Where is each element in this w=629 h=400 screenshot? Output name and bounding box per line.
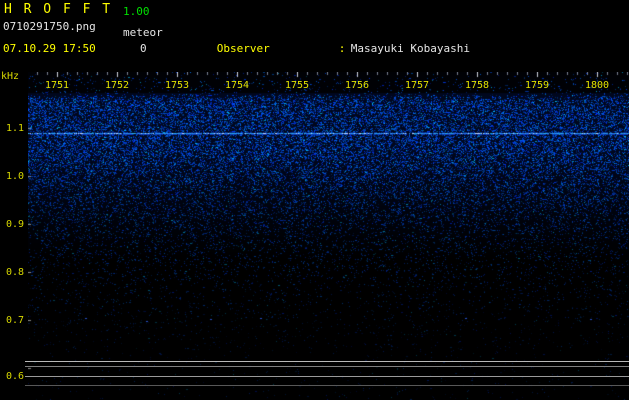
time-tick-label: 1756 (343, 80, 371, 91)
info-row-observer: Observer:Masayuki Kobayashi (177, 29, 629, 68)
info-value: Masayuki Kobayashi (351, 42, 470, 55)
freq-tick-label: 0.9 (2, 219, 24, 230)
app-version: 1.00 (123, 5, 150, 18)
time-tick-label: 1757 (403, 80, 431, 91)
level-graph-line (25, 361, 629, 362)
time-tick-label: 1755 (283, 80, 311, 91)
spectrogram-canvas (28, 72, 629, 400)
time-tick-label: 1758 (463, 80, 491, 91)
output-filename: 0710291750.png (3, 20, 96, 33)
datetime-label: 07.10.29 17:50 (3, 42, 96, 55)
time-tick-label: 1754 (223, 80, 251, 91)
time-tick-label: 1752 (103, 80, 131, 91)
mode-label: meteor (123, 26, 163, 39)
echo-count: 0 (140, 42, 147, 55)
info-separator: : (339, 42, 351, 55)
freq-tick-label: 0.6 (2, 371, 24, 382)
level-graph-line (25, 385, 629, 386)
app-title: H R O F F T (4, 3, 112, 17)
time-tick-label: 1759 (523, 80, 551, 91)
hrofft-window: H R O F F T 1.00 0710291750.png meteor 0… (0, 0, 629, 400)
level-graph-line (25, 376, 629, 377)
freq-tick-label: 0.8 (2, 267, 24, 278)
freq-tick-label: 1.0 (2, 171, 24, 182)
info-label: Observer (217, 42, 339, 55)
freq-tick-label: 1.1 (2, 123, 24, 134)
level-graph-line (25, 366, 629, 367)
time-tick-label: 1800 (583, 80, 611, 91)
time-tick-label: 1751 (43, 80, 71, 91)
freq-tick-label: 0.7 (2, 315, 24, 326)
time-tick-label: 1753 (163, 80, 191, 91)
freq-axis-unit: kHz (1, 71, 19, 82)
